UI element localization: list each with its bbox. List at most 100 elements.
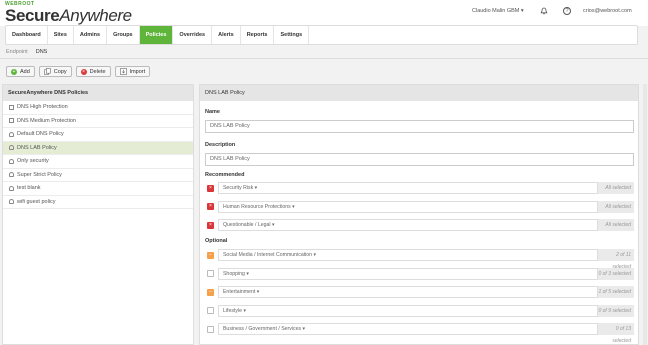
import-label: Import — [129, 68, 146, 75]
checkbox-empty-icon[interactable] — [207, 270, 214, 277]
dns-policy-list-panel: SecureAnywhere DNS Policies DNS High Pro… — [2, 84, 194, 345]
blocked-x-icon[interactable]: × — [207, 184, 214, 192]
main-nav: Dashboard Sites Admins Groups Policies Overri… — [5, 25, 638, 45]
policy-list: DNS High Protection DNS Medium Protection… — [3, 101, 193, 209]
policy-row[interactable]: Only security — [3, 155, 193, 169]
category-row: × Security Risk ▾ All selected — [205, 181, 634, 195]
category-row: × Human Resource Protections ▾ All selecte… — [205, 200, 634, 214]
blocked-x-icon[interactable]: × — [207, 203, 214, 210]
policy-name: DNS High Protection — [17, 104, 68, 111]
user-icon — [9, 199, 14, 205]
page-scrollbar[interactable] — [643, 84, 647, 345]
delete-button[interactable]: × Delete — [75, 66, 111, 77]
policy-row[interactable]: test blank — [3, 182, 193, 196]
user-icon — [9, 172, 14, 178]
category-row: Shopping ▾ 0 of 3 selected — [205, 267, 634, 281]
toolbar: + Add Copy × Delete Import — [6, 66, 151, 77]
category-status: 0 of 13 selected — [598, 323, 634, 344]
webroot-logo[interactable]: WEBROOT SecureAnywhere — [5, 2, 132, 25]
copy-icon — [43, 68, 51, 75]
lock-icon — [9, 104, 14, 110]
category-dropdown[interactable]: Business / Government / Services ▾ — [217, 323, 599, 335]
checkbox-empty-icon[interactable] — [207, 307, 214, 314]
category-dropdown[interactable]: Shopping ▾ — [217, 267, 599, 280]
nav-item-policies[interactable]: Policies — [139, 26, 174, 44]
user-icon — [9, 145, 14, 151]
partial-check-icon[interactable]: − — [207, 251, 214, 259]
add-button[interactable]: + Add — [6, 66, 35, 77]
category-status: 0 of 3 selected — [598, 267, 634, 280]
policy-name: wifi guest policy — [17, 198, 56, 205]
recommended-label: Recommended — [205, 172, 245, 178]
policy-name: DNS Medium Protection — [17, 117, 76, 124]
category-dropdown[interactable]: Entertainment ▾ — [217, 286, 599, 298]
nav-item-groups[interactable]: Groups — [107, 26, 140, 44]
category-status: 2 of 11 selected — [598, 249, 634, 270]
name-label: Name — [205, 109, 220, 115]
category-row: Business / Government / Services ▾ 0 of 1… — [205, 322, 634, 344]
optional-label: Optional — [205, 238, 228, 244]
category-dropdown[interactable]: Human Resource Protections ▾ — [217, 200, 599, 213]
policy-detail-panel: DNS LAB Policy Name DNS LAB Policy Descr… — [199, 84, 639, 345]
policy-detail-title: DNS LAB Policy — [200, 85, 638, 101]
category-row: × Questionable / Legal ▾ All selected — [205, 218, 634, 232]
user-menu[interactable]: Claudio Malin GBM ▾ — [472, 8, 524, 14]
category-status: All selected — [598, 219, 634, 231]
divider — [0, 58, 648, 59]
policy-name: Super Strict Policy — [17, 171, 62, 178]
policy-row[interactable]: Super Strict Policy — [3, 169, 193, 182]
policy-row[interactable]: Default DNS Policy — [3, 128, 193, 142]
category-status: 1 of 5 selected — [598, 286, 634, 298]
nav-item-alerts[interactable]: Alerts — [212, 26, 241, 44]
partial-check-icon[interactable]: − — [207, 288, 214, 296]
delete-label: Delete — [89, 68, 106, 75]
user-icon — [9, 158, 14, 164]
category-status: All selected — [598, 200, 634, 213]
category-row: Lifestyle ▾ 0 of 9 selected — [205, 304, 634, 318]
category-dropdown[interactable]: Lifestyle ▾ — [217, 304, 599, 317]
bell-icon[interactable] — [540, 7, 548, 15]
nav-item-admins[interactable]: Admins — [74, 26, 108, 44]
blocked-x-icon[interactable]: × — [207, 221, 214, 229]
nav-item-sites[interactable]: Sites — [48, 26, 74, 44]
category-status: All selected — [598, 182, 634, 194]
policy-list-title: SecureAnywhere DNS Policies — [3, 85, 193, 101]
policy-row[interactable]: wifi guest policy — [3, 196, 193, 209]
category-row: − Social Media / Internet Communication ▾… — [205, 248, 634, 270]
policy-name: Default DNS Policy — [17, 131, 64, 138]
nav-item-settings[interactable]: Settings — [274, 26, 310, 44]
import-icon — [119, 68, 127, 75]
checkbox-empty-icon[interactable] — [207, 325, 214, 333]
name-field[interactable]: DNS LAB Policy — [205, 120, 634, 133]
category-dropdown[interactable]: Questionable / Legal ▾ — [217, 219, 599, 231]
nav-bar: Dashboard Sites Admins Groups Policies Overri… — [6, 26, 637, 44]
nav-item-dashboard[interactable]: Dashboard — [6, 26, 48, 44]
policy-name: test blank — [17, 185, 41, 192]
add-label: Add — [20, 68, 30, 75]
help-icon[interactable]: ? — [563, 7, 571, 15]
policy-row[interactable]: DNS Medium Protection — [3, 115, 193, 128]
policy-row[interactable]: DNS LAB Policy — [3, 141, 193, 155]
delete-icon: × — [80, 68, 87, 75]
category-dropdown[interactable]: Social Media / Internet Communication ▾ — [217, 249, 599, 261]
copy-label: Copy — [53, 68, 67, 75]
user-icon — [9, 131, 14, 137]
category-row: − Entertainment ▾ 1 of 5 selected — [205, 285, 634, 299]
policy-name: Only security — [17, 158, 49, 165]
description-field[interactable]: DNS LAB Policy — [205, 153, 634, 166]
description-label: Description — [205, 142, 236, 148]
nav-item-reports[interactable]: Reports — [241, 26, 275, 44]
lock-icon — [9, 118, 14, 124]
policy-row[interactable]: DNS High Protection — [3, 101, 193, 115]
app-header: WEBROOT SecureAnywhere Claudio Malin GBM… — [0, 0, 648, 26]
logo-product-name: SecureAnywhere — [5, 6, 132, 25]
user-icon — [9, 185, 14, 191]
nav-item-overrides[interactable]: Overrides — [173, 26, 213, 44]
policy-name: DNS LAB Policy — [17, 144, 57, 151]
user-email[interactable]: crios@webroot.com — [583, 8, 632, 14]
import-button[interactable]: Import — [114, 66, 151, 77]
copy-button[interactable]: Copy — [38, 66, 72, 77]
category-status: 0 of 9 selected — [598, 304, 634, 317]
category-dropdown[interactable]: Security Risk ▾ — [217, 182, 599, 194]
plus-icon: + — [11, 68, 17, 75]
